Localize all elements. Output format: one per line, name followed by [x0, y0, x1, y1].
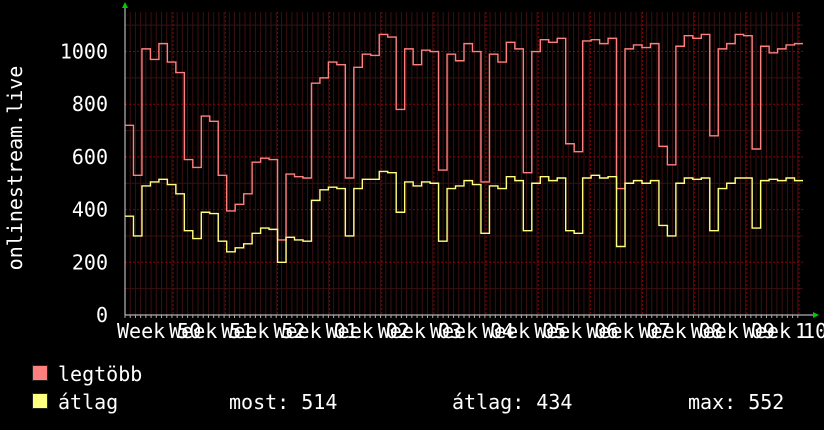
y-tick-label: 0	[96, 303, 108, 327]
legend-swatch-avg	[32, 393, 48, 409]
y-tick-label: 200	[72, 250, 108, 274]
chart: 0 200 400 600 800 1000 Week 50Week 51Week 52W…	[3, 2, 824, 343]
y-tick-labels: 0 200 400 600 800 1000	[60, 40, 108, 327]
y-axis-arrow	[122, 2, 128, 8]
x-tick-label: Week 10	[743, 319, 824, 343]
y-tick-label: 800	[72, 92, 108, 116]
stat-current: most: 514	[229, 390, 338, 414]
y-tick-label: 600	[72, 145, 108, 169]
y-axis-label: onlinestream.live	[3, 66, 27, 271]
legend-label-max: legtöbb	[58, 362, 143, 386]
legend-label-avg: átlag	[58, 390, 119, 414]
stat-average: átlag: 434	[452, 390, 573, 414]
y-tick-label: 400	[72, 198, 108, 222]
legend-swatch-max	[32, 365, 48, 381]
y-tick-label: 1000	[60, 40, 108, 64]
x-tick-label: 1	[795, 319, 807, 343]
stat-maximum: max: 552	[688, 390, 785, 414]
x-tick-labels: Week 50Week 51Week 52Week 01Week 02Week …	[117, 319, 824, 343]
x-axis-arrow	[813, 312, 819, 318]
